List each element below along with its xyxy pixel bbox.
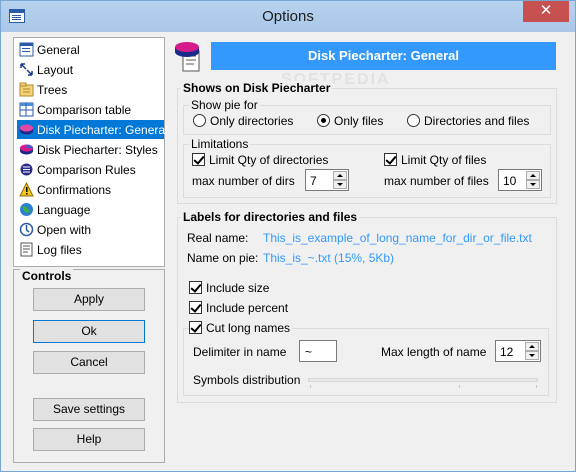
- spin-down-icon[interactable]: [333, 180, 347, 189]
- delimiter-value: ~: [305, 345, 313, 359]
- tree-item-label: Comparison table: [37, 103, 132, 117]
- tree-item-disk-piecharter-styles[interactable]: Disk Piecharter: Styles: [17, 140, 164, 159]
- tree-item-open-with[interactable]: Open with: [17, 220, 164, 239]
- max-files-value: 10: [503, 174, 517, 188]
- tree-item-label: Trees: [37, 83, 68, 97]
- title-bar[interactable]: Options: [1, 1, 575, 32]
- globe-icon: [20, 203, 33, 216]
- max-files-label: max number of files: [384, 174, 489, 188]
- cut-long-names-checkbox[interactable]: [189, 321, 202, 334]
- limit-files-checkbox[interactable]: [384, 153, 397, 166]
- directories-and-files-radio[interactable]: [407, 114, 420, 127]
- general-icon: [19, 42, 34, 57]
- tree-item-confirmations[interactable]: Confirmations: [17, 180, 164, 199]
- tree-item-trees[interactable]: Trees: [17, 80, 164, 99]
- only-directories-radio[interactable]: [193, 114, 206, 127]
- real-name-label: Real name:: [187, 231, 249, 245]
- only-directories-label[interactable]: Only directories: [210, 114, 293, 128]
- tree-item-language[interactable]: Language: [17, 200, 164, 219]
- tree-item-general[interactable]: General: [17, 40, 164, 59]
- ok-button[interactable]: Ok: [33, 320, 145, 343]
- max-files-spinner[interactable]: 10: [498, 169, 542, 191]
- include-percent-checkbox[interactable]: [189, 301, 202, 314]
- spin-up-icon[interactable]: [525, 342, 539, 351]
- page-header: Disk Piecharter: General: [211, 42, 556, 70]
- controls-group: Controls Apply Ok Cancel Save settings H…: [13, 269, 165, 463]
- help-button[interactable]: Help: [33, 428, 145, 451]
- limit-dirs-checkbox[interactable]: [192, 153, 205, 166]
- limit-files-label[interactable]: Limit Qty of files: [401, 153, 486, 167]
- max-dirs-spinner[interactable]: 7: [305, 169, 349, 191]
- warning-icon: [19, 182, 34, 197]
- tree-item-label: Log files: [37, 243, 82, 257]
- name-on-pie-label: Name on pie:: [187, 251, 259, 265]
- tree-item-label: Layout: [37, 63, 74, 77]
- delimiter-label: Delimiter in name: [193, 345, 287, 359]
- cancel-button[interactable]: Cancel: [33, 351, 145, 374]
- apply-button[interactable]: Apply: [33, 288, 145, 311]
- name-on-pie-value: This_is_~.txt (15%, 5Kb): [263, 251, 395, 265]
- max-dirs-label: max number of dirs: [192, 174, 295, 188]
- max-dirs-value: 7: [310, 174, 317, 188]
- tree-item-comparison-rules[interactable]: Comparison Rules: [17, 160, 164, 179]
- show-pie-for-title: Show pie for: [189, 98, 260, 112]
- tree-item-label: Disk Piecharter: General: [37, 123, 168, 137]
- piechart-icon: [20, 124, 33, 135]
- max-length-value: 12: [500, 345, 514, 359]
- comparison-table-icon: [19, 102, 34, 117]
- shows-group-title: Shows on Disk Piecharter: [181, 81, 333, 95]
- include-size-label[interactable]: Include size: [206, 281, 269, 295]
- labels-group-title: Labels for directories and files: [181, 210, 360, 224]
- spin-up-icon[interactable]: [526, 171, 540, 180]
- tree-item-label: General: [37, 43, 80, 57]
- only-files-radio[interactable]: [317, 114, 330, 127]
- tree-item-disk-piecharter-general[interactable]: Disk Piecharter: General: [17, 120, 168, 139]
- slider-tick: [536, 385, 537, 388]
- cut-long-names-label[interactable]: Cut long names: [204, 321, 293, 335]
- controls-title: Controls: [20, 269, 74, 283]
- tree-item-label: Open with: [37, 223, 92, 237]
- piechart-styles-icon: [20, 144, 33, 155]
- open-with-icon: [19, 222, 34, 237]
- options-tree[interactable]: General Layout Trees Comparison table Di…: [13, 37, 168, 267]
- tree-item-label: Comparison Rules: [37, 163, 136, 177]
- save-settings-button[interactable]: Save settings: [33, 398, 145, 421]
- tree-item-label: Confirmations: [37, 183, 112, 197]
- tree-item-layout[interactable]: Layout: [17, 60, 164, 79]
- tree-item-label: Disk Piecharter: Styles: [37, 143, 158, 157]
- spin-down-icon[interactable]: [525, 351, 539, 360]
- limit-dirs-label[interactable]: Limit Qty of directories: [209, 153, 328, 167]
- slider-tick: [310, 385, 311, 388]
- include-percent-label[interactable]: Include percent: [206, 301, 288, 315]
- log-files-icon: [20, 242, 33, 257]
- include-size-checkbox[interactable]: [189, 281, 202, 294]
- tree-item-log-files[interactable]: Log files: [17, 240, 164, 259]
- slider-tick: [459, 385, 460, 388]
- close-button[interactable]: ✕: [523, 1, 569, 22]
- window-title: Options: [262, 8, 314, 25]
- delimiter-input[interactable]: ~: [299, 340, 337, 362]
- max-length-label: Max length of name: [381, 345, 487, 359]
- real-name-value: This_is_example_of_long_name_for_dir_or_…: [263, 231, 532, 245]
- limitations-title: Limitations: [189, 137, 251, 151]
- tree-item-label: Language: [37, 203, 91, 217]
- max-length-spinner[interactable]: 12: [495, 340, 541, 362]
- spin-up-icon[interactable]: [333, 171, 347, 180]
- layout-icon: [20, 63, 33, 76]
- only-files-label[interactable]: Only files: [334, 114, 383, 128]
- trees-icon: [19, 82, 34, 97]
- symbols-distribution-slider[interactable]: [308, 378, 538, 382]
- symbols-distribution-label: Symbols distribution: [193, 373, 301, 387]
- options-window: Options ✕ General Layout Trees Compariso…: [0, 0, 576, 472]
- piechart-header-icon: [175, 42, 200, 72]
- directories-and-files-label[interactable]: Directories and files: [424, 114, 529, 128]
- comparison-rules-icon: [20, 163, 33, 176]
- tree-item-comparison-table[interactable]: Comparison table: [17, 100, 164, 119]
- spin-down-icon[interactable]: [526, 180, 540, 189]
